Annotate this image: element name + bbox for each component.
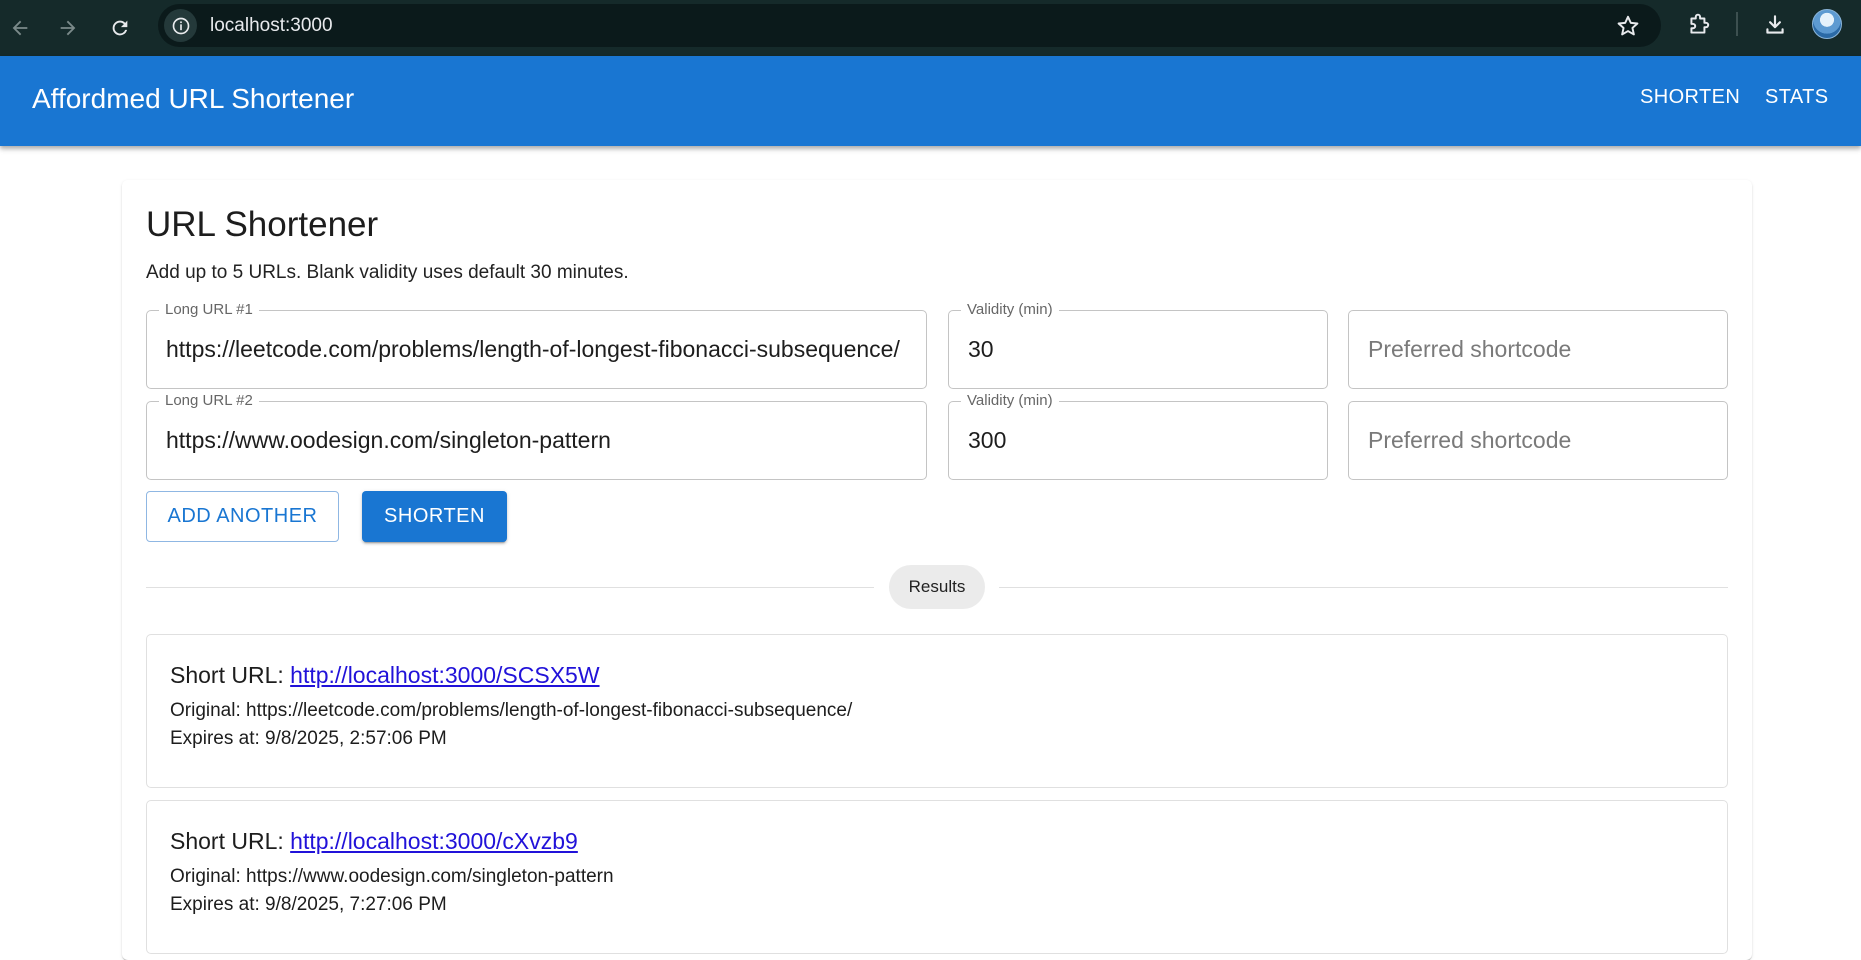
forward-button[interactable] — [50, 10, 86, 46]
divider-right — [999, 587, 1728, 588]
short-url-prefix: Short URL: — [170, 828, 291, 854]
back-button[interactable] — [2, 10, 38, 46]
original-url: Original: https://www.oodesign.com/singl… — [170, 866, 614, 887]
expires-at: Expires at: 9/8/2025, 7:27:06 PM — [170, 894, 447, 915]
short-url-line: Short URL: http://localhost:3000/SCSX5W — [170, 662, 600, 689]
result-item: Short URL: http://localhost:3000/SCSX5W … — [146, 634, 1728, 788]
nav-shorten-link[interactable]: SHORTEN — [1640, 86, 1740, 109]
field-label: Validity (min) — [961, 391, 1059, 411]
page-title: URL Shortener — [146, 205, 379, 244]
long-url-field-2[interactable]: Long URL #2 https://www.oodesign.com/sin… — [146, 391, 927, 480]
original-url: Original: https://leetcode.com/problems/… — [170, 700, 853, 721]
browser-toolbar: localhost:3000 — [0, 0, 1861, 56]
short-url-prefix: Short URL: — [170, 662, 291, 688]
bookmark-star-icon[interactable] — [1615, 13, 1641, 39]
nav-stats-link[interactable]: STATS — [1765, 86, 1828, 109]
field-label: Validity (min) — [961, 300, 1059, 320]
validity-field-1[interactable]: Validity (min) 30 — [948, 300, 1328, 389]
field-label: Long URL #1 — [159, 300, 259, 320]
shortcode-field-1[interactable]: Preferred shortcode — [1348, 310, 1728, 389]
reload-button[interactable] — [102, 10, 138, 46]
shortener-card: URL Shortener Add up to 5 URLs. Blank va… — [122, 180, 1752, 960]
extensions-button[interactable] — [1684, 10, 1714, 40]
short-url-link[interactable]: http://localhost:3000/SCSX5W — [290, 662, 599, 688]
field-value[interactable]: 300 — [968, 427, 1315, 454]
expires-at: Expires at: 9/8/2025, 2:57:06 PM — [170, 728, 447, 749]
result-item: Short URL: http://localhost:3000/cXvzb9 … — [146, 800, 1728, 954]
long-url-field-1[interactable]: Long URL #1 https://leetcode.com/problem… — [146, 300, 927, 389]
divider-left — [146, 587, 874, 588]
toolbar-divider — [1736, 12, 1738, 36]
arrow-left-icon — [12, 20, 28, 36]
field-placeholder[interactable]: Preferred shortcode — [1368, 427, 1571, 454]
validity-field-2[interactable]: Validity (min) 300 — [948, 391, 1328, 480]
address-url[interactable]: localhost:3000 — [210, 15, 333, 37]
puzzle-icon — [1690, 13, 1710, 34]
page-subtitle: Add up to 5 URLs. Blank validity uses de… — [146, 262, 629, 283]
app-title: Affordmed URL Shortener — [32, 83, 355, 114]
add-another-button[interactable]: ADD ANOTHER — [146, 491, 339, 542]
field-placeholder[interactable]: Preferred shortcode — [1368, 336, 1571, 363]
info-icon — [172, 17, 189, 34]
arrow-right-icon — [60, 20, 76, 36]
address-bar[interactable]: localhost:3000 — [158, 4, 1661, 47]
site-info-button[interactable] — [164, 9, 197, 42]
field-value[interactable]: https://www.oodesign.com/singleton-patte… — [166, 427, 914, 454]
short-url-line: Short URL: http://localhost:3000/cXvzb9 — [170, 828, 578, 855]
app-header: Affordmed URL Shortener SHORTEN STATS — [0, 56, 1861, 146]
results-chip: Results — [889, 565, 985, 609]
profile-avatar[interactable] — [1812, 9, 1842, 39]
field-value[interactable]: 30 — [968, 336, 1315, 363]
shortcode-field-2[interactable]: Preferred shortcode — [1348, 401, 1728, 480]
download-icon — [1766, 15, 1784, 34]
field-value[interactable]: https://leetcode.com/problems/length-of-… — [166, 336, 914, 363]
short-url-link[interactable]: http://localhost:3000/cXvzb9 — [290, 828, 578, 854]
reload-icon — [112, 20, 128, 36]
field-label: Long URL #2 — [159, 391, 259, 411]
shorten-button[interactable]: SHORTEN — [362, 491, 507, 542]
downloads-button[interactable] — [1760, 10, 1790, 40]
